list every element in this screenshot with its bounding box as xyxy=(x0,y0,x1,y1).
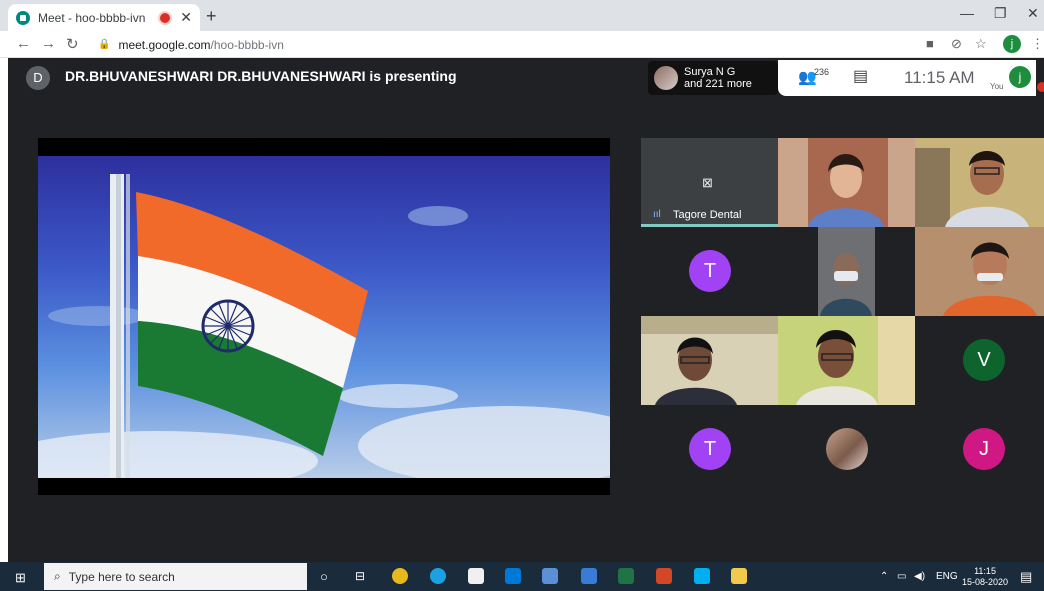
camera-in-use-icon[interactable]: ■ xyxy=(926,36,934,51)
browser-tabstrip: Meet - hoo-bbbb-ivn ✕ + — ❐ ✕ xyxy=(0,0,1044,31)
participant-tile-v[interactable]: V xyxy=(915,316,1044,405)
self-status-dot-icon xyxy=(1037,82,1044,92)
chrome-icon[interactable] xyxy=(392,568,408,584)
edge-icon[interactable] xyxy=(430,568,446,584)
participant-tile-tagore-dental[interactable]: ⊠ ııl Tagore Dental xyxy=(641,138,778,227)
cortana-icon[interactable]: ○ xyxy=(320,569,328,584)
meet-top-bar: 👥 236 ▤ 11:15 AM You j xyxy=(778,60,1036,96)
participant-video-tile[interactable] xyxy=(915,138,1044,227)
powerpoint-icon[interactable] xyxy=(656,568,672,584)
participant-avatar xyxy=(654,66,678,90)
screen: Meet - hoo-bbbb-ivn ✕ + — ❐ ✕ ← → ↻ 🔒 me… xyxy=(0,0,1044,591)
excel-icon[interactable] xyxy=(618,568,634,584)
participant-video xyxy=(778,227,915,316)
app-icon[interactable] xyxy=(581,568,597,584)
address-bar[interactable]: 🔒 meet.google.com /hoo-bbbb-ivn xyxy=(88,34,908,55)
participant-tile-photo[interactable] xyxy=(778,405,915,494)
browser-tab-meet[interactable]: Meet - hoo-bbbb-ivn ✕ xyxy=(8,4,200,31)
task-view-icon[interactable]: ⊟ xyxy=(355,569,365,583)
participant-video xyxy=(778,138,915,227)
participant-video-tile[interactable] xyxy=(778,227,915,316)
forward-icon[interactable]: → xyxy=(41,35,56,52)
restore-icon[interactable]: ❐ xyxy=(994,5,1007,22)
browser-toolbar: ← → ↻ 🔒 meet.google.com /hoo-bbbb-ivn ■ … xyxy=(0,31,1044,58)
new-tab-icon[interactable]: + xyxy=(206,6,217,27)
participant-tile-t[interactable]: T xyxy=(641,405,778,494)
self-avatar[interactable]: j xyxy=(1009,66,1031,88)
back-icon[interactable]: ← xyxy=(16,35,31,52)
presentation-view xyxy=(38,138,610,495)
app-icon[interactable] xyxy=(542,568,558,584)
search-placeholder: Type here to search xyxy=(68,569,175,584)
participant-avatar: V xyxy=(963,339,1005,381)
camera-off-icon: ⊠ xyxy=(702,175,713,190)
flag-image xyxy=(38,156,610,478)
meeting-time: 11:15 AM xyxy=(904,68,975,87)
file-explorer-icon[interactable] xyxy=(731,568,747,584)
windows-start-icon[interactable]: ⊞ xyxy=(15,570,26,586)
meet-favicon-icon xyxy=(16,10,30,25)
recording-dot-icon xyxy=(160,12,171,23)
battery-icon[interactable]: ▭ xyxy=(897,571,906,582)
tab-close-icon[interactable]: ✕ xyxy=(180,9,192,26)
skype-icon[interactable] xyxy=(694,568,710,584)
participant-video xyxy=(915,138,1044,227)
participant-video-tile[interactable] xyxy=(915,227,1044,316)
volume-icon[interactable]: ◀) xyxy=(914,571,925,582)
participant-avatar: J xyxy=(963,428,1005,470)
participants-chip[interactable]: Surya N G and 221 more xyxy=(648,61,778,95)
participant-tile-j[interactable]: J xyxy=(915,405,1044,494)
indian-flag-illustration xyxy=(38,174,610,478)
language-indicator[interactable]: ENG xyxy=(936,571,958,582)
participant-avatar: T xyxy=(689,428,731,470)
tray-chevron-icon[interactable]: ⌃ xyxy=(880,571,888,582)
notification-icon[interactable]: ▤ xyxy=(1020,569,1032,585)
profile-avatar[interactable]: j xyxy=(1003,35,1021,53)
participant-name: Tagore Dental xyxy=(673,209,742,221)
clock-date: 15-08-2020 xyxy=(962,577,1009,587)
participants-chip-name: Surya N G xyxy=(684,66,736,78)
tab-title: Meet - hoo-bbbb-ivn xyxy=(38,10,146,25)
menu-dots-icon[interactable]: ⋮ xyxy=(1031,36,1044,52)
you-label: You xyxy=(990,82,1004,91)
taskbar-clock[interactable]: 11:15 15-08-2020 xyxy=(962,566,1008,588)
minimize-icon[interactable]: — xyxy=(960,5,974,21)
url-host: meet.google.com xyxy=(118,37,211,52)
chat-icon[interactable]: ▤ xyxy=(853,66,868,86)
presenter-label: DR.BHUVANESHWARI DR.BHUVANESHWARI is pre… xyxy=(65,68,457,84)
participant-video xyxy=(641,316,778,405)
participant-video-tile[interactable] xyxy=(641,316,778,405)
speaking-indicator-icon: ııl xyxy=(653,209,661,220)
bookmark-star-icon[interactable]: ☆ xyxy=(975,36,987,52)
lock-icon: 🔒 xyxy=(98,39,111,50)
participant-count: 236 xyxy=(814,67,830,77)
presenter-avatar: D xyxy=(26,66,50,90)
participant-video xyxy=(915,227,1044,316)
taskbar-search[interactable]: ⌕ Type here to search xyxy=(44,563,307,590)
windows-taskbar: ⊞ ⌕ Type here to search ○ ⊟ ⌃ ▭ ◀) ENG 1… xyxy=(0,562,1044,591)
participant-video xyxy=(778,316,915,405)
clock-time: 11:15 xyxy=(974,566,996,576)
reload-icon[interactable]: ↻ xyxy=(66,35,79,53)
participants-chip-more: and 221 more xyxy=(684,78,752,90)
mail-icon[interactable] xyxy=(505,568,521,584)
hide-eye-icon[interactable]: ⊘ xyxy=(951,36,962,52)
participant-video-tile[interactable] xyxy=(778,138,915,227)
search-icon: ⌕ xyxy=(54,569,61,583)
url-path: /hoo-bbbb-ivn xyxy=(210,37,284,52)
window-close-icon[interactable]: ✕ xyxy=(1027,5,1039,22)
participant-tile-t[interactable]: T xyxy=(641,227,778,316)
participant-avatar: T xyxy=(689,250,731,292)
participant-photo-avatar xyxy=(826,428,868,470)
store-icon[interactable] xyxy=(468,568,484,584)
participant-video-tile[interactable] xyxy=(778,316,915,405)
